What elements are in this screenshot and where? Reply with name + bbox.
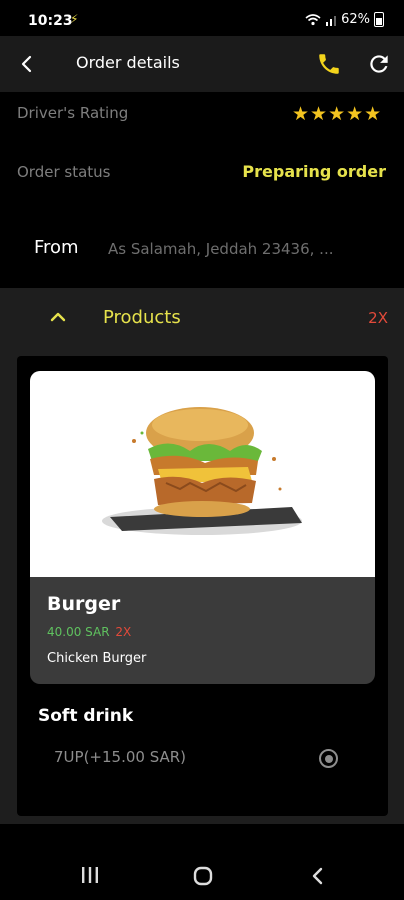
- radio-selected-icon[interactable]: [319, 749, 338, 768]
- status-bar: 10:23 ⚡ 62%: [0, 0, 404, 36]
- order-status-label: Order status: [17, 163, 111, 181]
- rating-stars: ★★★★★: [292, 103, 383, 125]
- system-nav-bar: [0, 824, 404, 900]
- product-card[interactable]: Burger 40.00 SAR 2X Chicken Burger: [30, 371, 375, 684]
- product-image: [30, 371, 375, 577]
- from-label: From: [34, 237, 79, 258]
- signal-icon: [326, 15, 337, 26]
- chevron-up-icon[interactable]: [48, 307, 68, 327]
- products-label[interactable]: Products: [103, 307, 181, 328]
- battery-icon: [374, 12, 384, 27]
- product-price-line: 40.00 SAR 2X: [47, 625, 131, 639]
- status-right: 62%: [305, 12, 384, 27]
- product-price: 40.00 SAR: [47, 625, 110, 639]
- product-quantity: 2X: [115, 625, 132, 639]
- nav-back-icon[interactable]: [308, 866, 328, 886]
- back-arrow-icon[interactable]: [14, 50, 42, 78]
- phone-icon[interactable]: [316, 51, 342, 77]
- product-name: Burger: [47, 593, 121, 615]
- products-list: Burger 40.00 SAR 2X Chicken Burger Soft …: [17, 356, 388, 816]
- products-section: Products 2X Burger 40.00 SAR 2X Chicken …: [0, 288, 404, 824]
- drivers-rating-label: Driver's Rating: [17, 104, 129, 122]
- order-status-value: Preparing order: [242, 162, 386, 181]
- app-bar: Order details: [0, 36, 404, 92]
- addon-title: Soft drink: [38, 706, 134, 726]
- products-count: 2X: [368, 309, 388, 327]
- status-time: 10:23: [28, 13, 73, 29]
- refresh-icon[interactable]: [366, 51, 392, 77]
- from-address: As Salamah, Jeddah 23436, ...: [108, 240, 334, 258]
- home-icon[interactable]: [193, 866, 213, 886]
- recents-icon[interactable]: [80, 866, 100, 884]
- burger-image: [102, 407, 302, 535]
- addon-option-name: 7UP(+15.00 SAR): [54, 748, 187, 766]
- page-title: Order details: [76, 53, 180, 72]
- battery-percent: 62%: [341, 12, 370, 27]
- wifi-icon: [305, 13, 321, 25]
- product-description: Chicken Burger: [47, 651, 147, 666]
- charging-bolt-icon: ⚡: [70, 12, 79, 26]
